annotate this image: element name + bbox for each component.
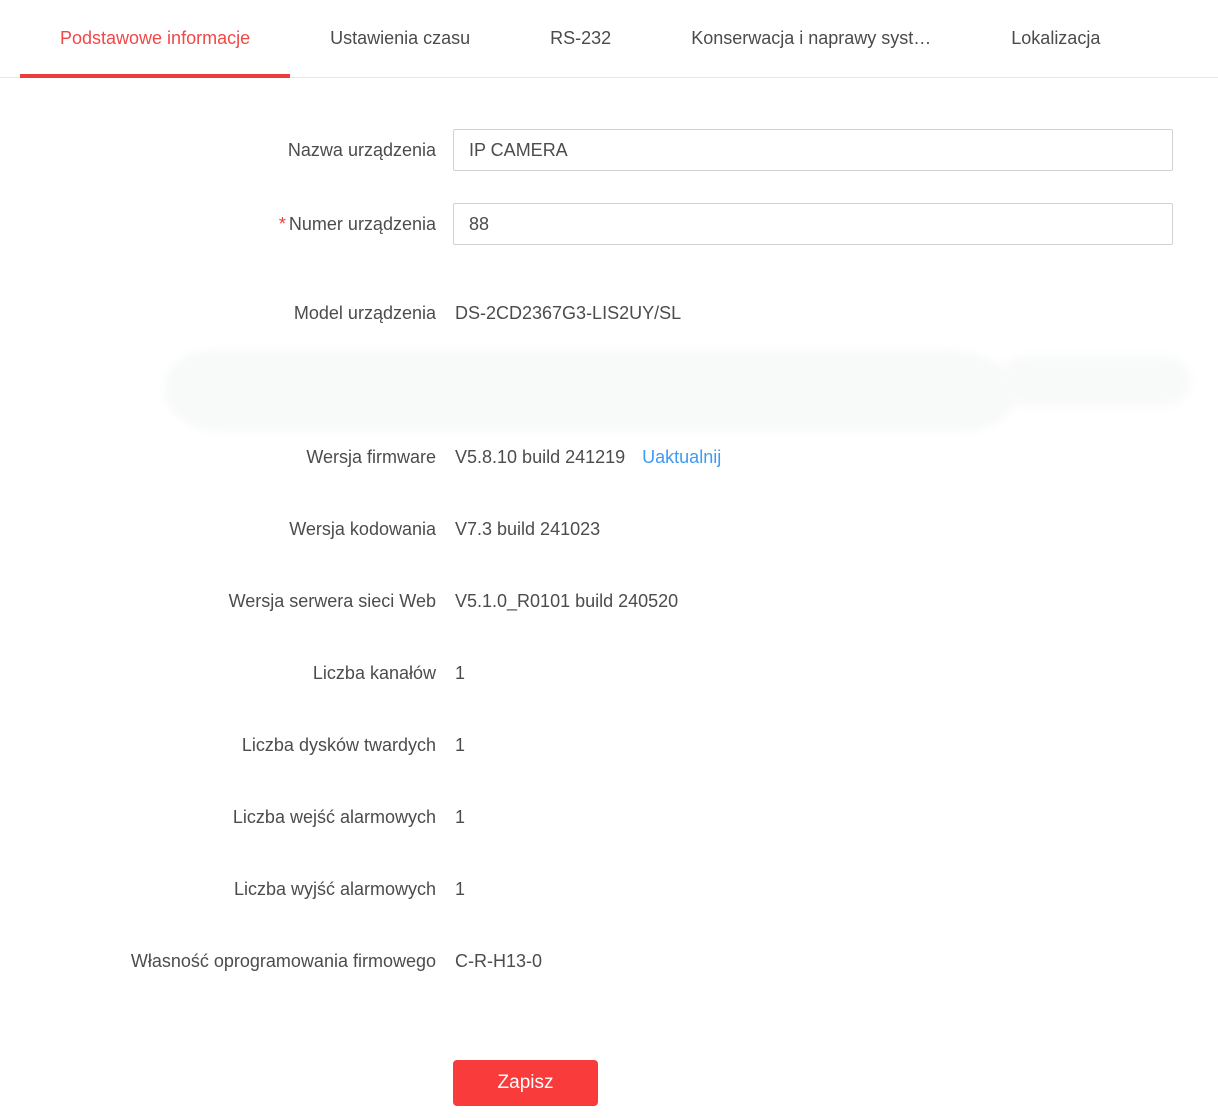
device-model-label: Model urządzenia	[0, 303, 436, 324]
hdd-count-value: 1	[455, 735, 465, 756]
alarm-input-count-value: 1	[455, 807, 465, 828]
tab-rs232[interactable]: RS-232	[510, 0, 651, 77]
redaction-smudge	[165, 351, 1015, 431]
channel-count-label: Liczba kanałów	[0, 663, 436, 684]
device-model-row: Model urządzenia DS-2CD2367G3-LIS2UY/SL	[0, 277, 1218, 349]
redacted-serial-row	[0, 349, 1218, 421]
device-number-label-text: Numer urządzenia	[289, 214, 436, 234]
alarm-output-count-value: 1	[455, 879, 465, 900]
firmware-property-label: Własność oprogramowania firmowego	[0, 951, 436, 972]
redaction-smudge-edge	[1000, 357, 1190, 405]
save-button-row: Zapisz	[0, 1060, 1218, 1106]
device-number-row: *Numer urządzenia	[0, 203, 1218, 245]
device-name-label: Nazwa urządzenia	[0, 140, 436, 161]
tab-system-maintenance[interactable]: Konserwacja i naprawy syst…	[651, 0, 971, 77]
basic-information-form: Nazwa urządzenia *Numer urządzenia Model…	[0, 78, 1218, 1106]
firmware-version-label: Wersja firmware	[0, 447, 436, 468]
save-button[interactable]: Zapisz	[453, 1060, 598, 1106]
encoding-version-row: Wersja kodowania V7.3 build 241023	[0, 493, 1218, 565]
tab-basic-information[interactable]: Podstawowe informacje	[20, 0, 290, 77]
hdd-count-label: Liczba dysków twardych	[0, 735, 436, 756]
firmware-version-value: V5.8.10 build 241219	[455, 447, 625, 468]
firmware-property-value: C-R-H13-0	[455, 951, 542, 972]
alarm-output-count-row: Liczba wyjść alarmowych 1	[0, 853, 1218, 925]
device-number-input[interactable]	[453, 203, 1173, 245]
web-server-version-row: Wersja serwera sieci Web V5.1.0_R0101 bu…	[0, 565, 1218, 637]
device-model-value: DS-2CD2367G3-LIS2UY/SL	[455, 303, 681, 324]
hdd-count-row: Liczba dysków twardych 1	[0, 709, 1218, 781]
firmware-version-row: Wersja firmware V5.8.10 build 241219 Uak…	[0, 421, 1218, 493]
device-number-label: *Numer urządzenia	[0, 214, 436, 235]
settings-tab-bar: Podstawowe informacje Ustawienia czasu R…	[0, 0, 1218, 78]
tab-time-settings[interactable]: Ustawienia czasu	[290, 0, 510, 77]
encoding-version-label: Wersja kodowania	[0, 519, 436, 540]
upgrade-link[interactable]: Uaktualnij	[642, 447, 721, 468]
web-server-version-label: Wersja serwera sieci Web	[0, 591, 436, 612]
firmware-property-row: Własność oprogramowania firmowego C-R-H1…	[0, 925, 1218, 997]
encoding-version-value: V7.3 build 241023	[455, 519, 600, 540]
alarm-input-count-row: Liczba wejść alarmowych 1	[0, 781, 1218, 853]
tab-localization[interactable]: Lokalizacja	[971, 0, 1140, 77]
device-name-row: Nazwa urządzenia	[0, 129, 1218, 171]
channel-count-row: Liczba kanałów 1	[0, 637, 1218, 709]
channel-count-value: 1	[455, 663, 465, 684]
required-asterisk: *	[279, 214, 286, 234]
device-name-input[interactable]	[453, 129, 1173, 171]
web-server-version-value: V5.1.0_R0101 build 240520	[455, 591, 678, 612]
alarm-input-count-label: Liczba wejść alarmowych	[0, 807, 436, 828]
alarm-output-count-label: Liczba wyjść alarmowych	[0, 879, 436, 900]
